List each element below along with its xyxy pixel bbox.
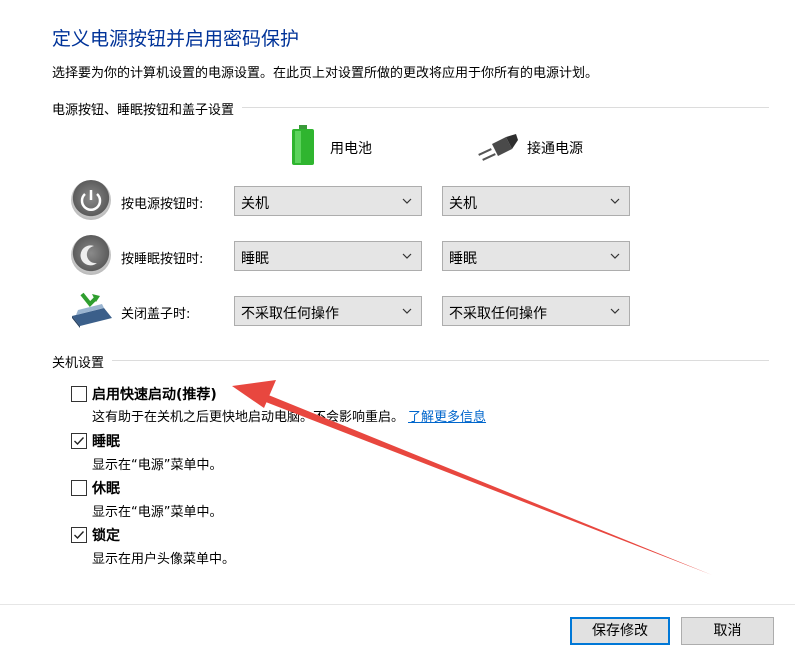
footer-divider: [0, 604, 795, 605]
cancel-button[interactable]: 取消: [681, 617, 774, 645]
save-changes-button[interactable]: 保存修改: [570, 617, 670, 645]
annotation-arrow: [232, 380, 712, 575]
